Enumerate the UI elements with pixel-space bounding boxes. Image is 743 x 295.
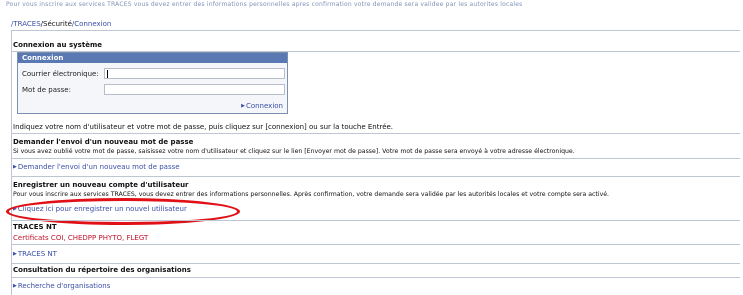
divider [11,263,740,264]
login-section-title: Connexion au système [13,41,102,49]
text-cursor [107,70,108,78]
reset-text: Si vous avez oublié votre mot de passe, … [13,148,575,155]
traces-nt-link-label: TRACES NT [17,250,57,258]
email-label: Courrier électronique: [22,70,99,78]
arrow-right-icon: ▶ [13,283,17,289]
breadcrumb-securite: /Sécurité [40,20,72,28]
register-text: Pour vous inscrire aux services TRACES, … [13,191,610,198]
breadcrumb-traces[interactable]: /TRACES [11,20,41,28]
directory-search-link[interactable]: ▶Recherche d'organisations [13,282,110,290]
email-field[interactable] [104,68,285,79]
divider [11,158,740,159]
traces-nt-link[interactable]: ▶TRACES NT [13,250,57,258]
divider [11,30,740,31]
reset-password-link[interactable]: ▶Demander l'envoi d'un nouveau mot de pa… [13,163,180,171]
login-box-title: Connexion [18,53,287,63]
login-instructions: Indiquez votre nom d'utilisateur et votr… [13,123,394,131]
top-truncated-text: Pour vous inscrire aux services TRACES v… [6,1,523,8]
breadcrumb: /TRACES/Sécurité/Connexion [11,19,111,29]
password-field[interactable] [104,84,285,95]
traces-nt-title: TRACES NT [13,223,57,231]
login-submit-label: Connexion [245,102,283,110]
directory-link-label: Recherche d'organisations [17,282,111,290]
password-label: Mot de passe: [22,86,71,94]
divider [11,220,740,221]
divider [11,176,740,177]
traces-nt-subtitle: Certificats COI, CHEDPP PHYTO, FLEGT [13,234,149,242]
login-box: Connexion Courrier électronique: Mot de … [17,52,288,114]
arrow-right-icon: ▶ [13,251,17,257]
divider [11,133,740,134]
divider [11,277,740,278]
divider [11,244,740,245]
arrow-right-icon: ▶ [13,164,17,170]
arrow-right-icon: ▶ [241,103,245,109]
register-title: Enregistrer un nouveau compte d'utilisat… [13,181,189,189]
breadcrumb-connexion[interactable]: /Connexion [72,20,111,28]
reset-title: Demander l'envoi d'un nouveau mot de pas… [13,138,194,146]
login-submit-button[interactable]: ▶Connexion [241,102,283,110]
reset-link-label: Demander l'envoi d'un nouveau mot de pas… [17,163,180,171]
directory-title: Consultation du répertoire des organisat… [13,266,191,274]
